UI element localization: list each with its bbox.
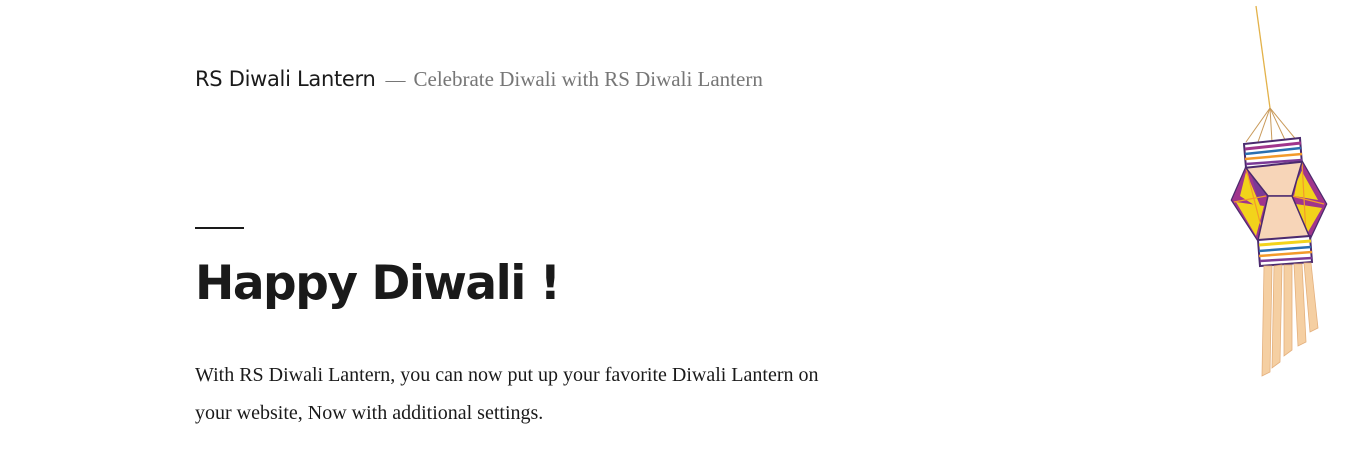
- post-content: With RS Diwali Lantern, you can now put …: [195, 364, 819, 424]
- lantern-tassels: [1261, 262, 1319, 377]
- lantern-ties: [1245, 107, 1299, 143]
- lantern-bottom-band: [1256, 234, 1314, 268]
- site-tagline: Celebrate Diwali with RS Diwali Lantern: [413, 67, 763, 91]
- lantern-body: [1230, 160, 1328, 242]
- site-header: RS Diwali Lantern — Celebrate Diwali with …: [195, 64, 763, 97]
- title-separator: —: [385, 69, 406, 91]
- entry-divider: [195, 227, 244, 229]
- site-title-link[interactable]: RS Diwali Lantern: [195, 67, 376, 91]
- lantern-string: [1255, 5, 1271, 109]
- diwali-lantern-icon[interactable]: [1222, 0, 1334, 385]
- post-title: Happy Diwali !: [195, 256, 561, 311]
